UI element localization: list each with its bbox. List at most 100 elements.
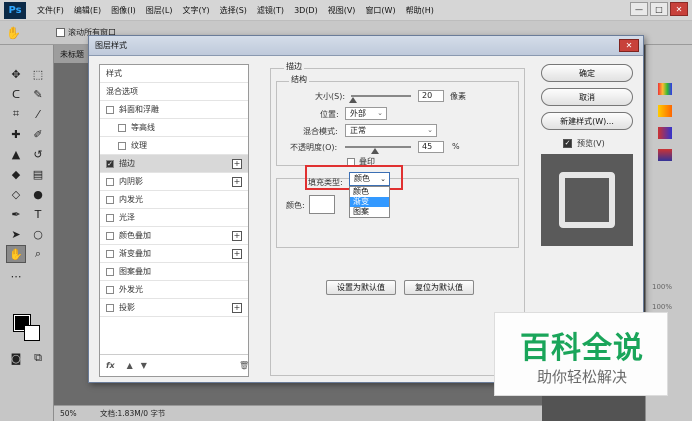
menu-window[interactable]: 窗口(W)	[360, 5, 400, 16]
style-checkbox[interactable]	[106, 303, 114, 312]
screen-mode-icon[interactable]: ⧉	[28, 349, 48, 367]
minimize-button[interactable]: —	[630, 2, 648, 16]
type-tool-icon[interactable]: T	[28, 205, 48, 223]
quick-select-tool-icon[interactable]: ✎	[28, 85, 48, 103]
style-item[interactable]: 等高线	[100, 119, 248, 137]
menu-filter[interactable]: 滤镜(T)	[252, 5, 289, 16]
style-checkbox[interactable]	[106, 285, 114, 294]
reset-default-button[interactable]: 复位为默认值	[404, 280, 474, 295]
fill-type-dropdown[interactable]: 颜色 ⌄	[349, 172, 390, 186]
swatch-orange[interactable]	[658, 105, 672, 117]
add-style-icon[interactable]: +	[232, 248, 242, 259]
style-checkbox[interactable]	[118, 141, 126, 150]
window-close-button[interactable]: ✕	[670, 2, 688, 16]
color-swatch[interactable]	[309, 195, 335, 214]
fill-type-option[interactable]: 颜色	[350, 187, 389, 197]
fill-type-option[interactable]: 图案	[350, 207, 389, 217]
style-item[interactable]: 内发光	[100, 191, 248, 209]
swatch-gradient[interactable]	[658, 149, 672, 161]
style-item[interactable]: 颜色叠加 +	[100, 227, 248, 245]
move-up-icon[interactable]: ▲	[127, 361, 133, 370]
set-default-button[interactable]: 设置为默认值	[326, 280, 396, 295]
style-checkbox[interactable]: ✓	[106, 159, 114, 168]
menu-file[interactable]: 文件(F)	[32, 5, 69, 16]
shape-tool-icon[interactable]: ○	[28, 225, 48, 243]
style-item[interactable]: 图案叠加	[100, 263, 248, 281]
fill-percent[interactable]: 100%	[652, 303, 672, 311]
fx-icon[interactable]: fx	[106, 361, 115, 370]
dialog-close-button[interactable]: ✕	[619, 39, 639, 52]
size-field[interactable]: 20	[418, 90, 444, 102]
style-item[interactable]: 光泽	[100, 209, 248, 227]
maximize-button[interactable]: □	[650, 2, 668, 16]
new-style-button[interactable]: 新建样式(W)...	[541, 112, 633, 130]
style-item[interactable]: 纹理	[100, 137, 248, 155]
style-checkbox[interactable]	[106, 249, 114, 258]
menu-help[interactable]: 帮助(H)	[401, 5, 439, 16]
path-select-tool-icon[interactable]: ➤	[6, 225, 26, 243]
style-item[interactable]: 渐变叠加 +	[100, 245, 248, 263]
blur-tool-icon[interactable]: ◇	[6, 185, 26, 203]
size-slider-knob[interactable]	[349, 97, 358, 103]
eraser-tool-icon[interactable]: ◆	[6, 165, 26, 183]
style-item[interactable]: 内阴影 +	[100, 173, 248, 191]
pen-tool-icon[interactable]: ✒	[6, 205, 26, 223]
add-style-icon[interactable]: +	[232, 302, 242, 313]
zoom-level[interactable]: 50%	[54, 409, 84, 418]
size-slider[interactable]	[351, 95, 411, 97]
style-checkbox[interactable]	[106, 105, 114, 114]
style-checkbox[interactable]	[106, 213, 114, 222]
preview-row[interactable]: ✓ 预览(V)	[563, 138, 605, 149]
gradient-tool-icon[interactable]: ▤	[28, 165, 48, 183]
scroll-all-checkbox[interactable]	[56, 28, 65, 37]
preview-checkbox[interactable]: ✓	[563, 139, 572, 148]
opacity-slider-knob[interactable]	[370, 148, 379, 154]
blend-options-item[interactable]: 混合选项	[100, 83, 248, 101]
blend-mode-dropdown[interactable]: 正常 ⌄	[345, 124, 437, 137]
opacity-percent[interactable]: 100%	[652, 283, 672, 291]
dodge-tool-icon[interactable]: ●	[28, 185, 48, 203]
menu-image[interactable]: 图像(I)	[106, 5, 141, 16]
crop-tool-icon[interactable]: ⌗	[6, 105, 26, 123]
brush-tool-icon[interactable]: ✐	[28, 125, 48, 143]
menu-layer[interactable]: 图层(L)	[141, 5, 178, 16]
ok-button[interactable]: 确定	[541, 64, 633, 82]
quick-mask-icon[interactable]: ◙	[6, 349, 26, 367]
swatch-rainbow[interactable]	[658, 83, 672, 95]
style-item[interactable]: 投影 +	[100, 299, 248, 317]
style-checkbox[interactable]	[106, 267, 114, 276]
healing-tool-icon[interactable]: ✚	[6, 125, 26, 143]
trash-icon[interactable]: 🗑	[239, 361, 249, 370]
style-checkbox[interactable]	[106, 231, 114, 240]
stamp-tool-icon[interactable]: ▲	[6, 145, 26, 163]
style-checkbox[interactable]	[118, 123, 126, 132]
menu-select[interactable]: 选择(S)	[215, 5, 252, 16]
add-style-icon[interactable]: +	[232, 230, 242, 241]
style-item[interactable]: 外发光	[100, 281, 248, 299]
style-checkbox[interactable]	[106, 177, 114, 186]
menu-edit[interactable]: 编辑(E)	[69, 5, 106, 16]
style-item[interactable]: ✓ 描边 +	[100, 155, 248, 173]
eyedropper-tool-icon[interactable]: ⁄	[28, 105, 48, 123]
position-dropdown[interactable]: 外部 ⌄	[345, 107, 387, 120]
add-style-icon[interactable]: +	[232, 158, 242, 169]
add-style-icon[interactable]: +	[232, 176, 242, 187]
background-color-swatch[interactable]	[24, 325, 40, 341]
fill-type-option[interactable]: 渐变	[350, 197, 389, 207]
lasso-tool-icon[interactable]: ᑕ	[6, 85, 26, 103]
history-brush-tool-icon[interactable]: ↺	[28, 145, 48, 163]
move-tool-icon[interactable]: ✥	[6, 65, 26, 83]
menu-3d[interactable]: 3D(D)	[289, 6, 323, 15]
cancel-button[interactable]: 取消	[541, 88, 633, 106]
swatch-redblue[interactable]	[658, 127, 672, 139]
move-down-icon[interactable]: ▼	[141, 361, 147, 370]
hand-tool-button-icon[interactable]: ✋	[6, 245, 26, 263]
marquee-tool-icon[interactable]: ⬚	[28, 65, 48, 83]
zoom-tool-icon[interactable]: ⌕	[28, 245, 48, 263]
style-item[interactable]: 斜面和浮雕	[100, 101, 248, 119]
menu-view[interactable]: 视图(V)	[323, 5, 361, 16]
more-tools-icon[interactable]: ⋯	[6, 267, 26, 285]
menu-type[interactable]: 文字(Y)	[177, 5, 214, 16]
style-checkbox[interactable]	[106, 195, 114, 204]
opacity-field[interactable]: 45	[418, 141, 444, 153]
